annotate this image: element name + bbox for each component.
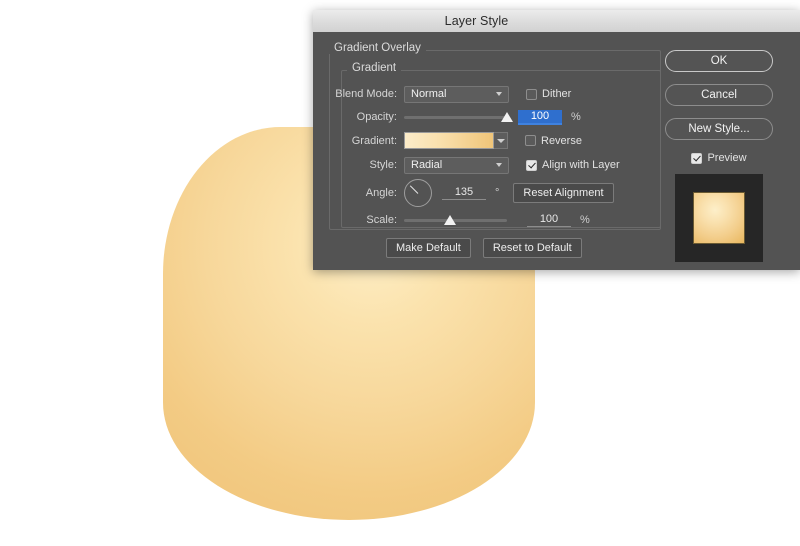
reverse-checkbox[interactable]: Reverse xyxy=(525,135,582,147)
preview-label: Preview xyxy=(707,152,747,164)
dialog-footer-buttons: Make Default Reset to Default xyxy=(386,238,582,258)
style-select[interactable]: Radial xyxy=(404,156,509,174)
new-style-button[interactable]: New Style... xyxy=(665,118,773,140)
reset-alignment-button[interactable]: Reset Alignment xyxy=(513,183,614,203)
angle-unit: ° xyxy=(495,187,500,199)
opacity-label: Opacity: xyxy=(356,111,397,123)
opacity-unit: % xyxy=(571,111,581,123)
align-with-layer-label: Align with Layer xyxy=(542,159,620,171)
gradient-row: Gradient: Reverse xyxy=(325,131,582,150)
dialog-body: Gradient Overlay Gradient Blend Mode: No… xyxy=(313,32,800,270)
checkbox-box xyxy=(525,135,536,146)
make-default-button[interactable]: Make Default xyxy=(386,238,471,258)
blend-mode-label: Blend Mode: xyxy=(335,88,397,100)
reverse-label: Reverse xyxy=(541,134,582,147)
chevron-down-icon xyxy=(496,92,503,96)
reset-to-default-button[interactable]: Reset to Default xyxy=(482,238,582,258)
slider-thumb[interactable] xyxy=(444,215,457,225)
gradient-swatch[interactable] xyxy=(404,132,494,149)
scale-label: Scale: xyxy=(366,214,397,226)
dialog-title: Layer Style xyxy=(444,14,509,28)
slider-track xyxy=(404,115,507,119)
gradient-dropdown-arrow-icon[interactable] xyxy=(494,132,508,149)
opacity-slider[interactable] xyxy=(404,110,513,124)
preview-thumbnail xyxy=(675,174,763,262)
chevron-down-icon xyxy=(496,163,503,167)
gradient-picker[interactable] xyxy=(404,132,508,149)
angle-row: Angle: 135 ° Reset Alignment xyxy=(325,179,614,207)
checkbox-box xyxy=(526,88,537,100)
angle-needle xyxy=(409,185,419,194)
layer-style-dialog: Layer Style Gradient Overlay Gradient Bl… xyxy=(313,10,800,270)
dither-label: Dither xyxy=(542,88,572,100)
style-value: Radial xyxy=(411,159,443,171)
cancel-button[interactable]: Cancel xyxy=(665,84,773,106)
preview-toggle-row: Preview xyxy=(665,152,773,164)
scale-unit: % xyxy=(580,214,590,226)
slider-thumb[interactable] xyxy=(501,112,513,122)
blend-mode-row: Blend Mode: Normal Dither xyxy=(325,84,571,104)
ok-button[interactable]: OK xyxy=(665,50,773,72)
preview-thumbnail-swatch xyxy=(693,192,745,244)
checkbox-box xyxy=(691,152,703,164)
opacity-input[interactable]: 100 xyxy=(518,109,562,125)
scale-input[interactable]: 100 xyxy=(527,213,571,227)
gradient-overlay-group-label: Gradient Overlay xyxy=(329,42,426,54)
dialog-side-panel: OK Cancel New Style... Preview xyxy=(665,50,785,262)
gradient-label: Gradient: xyxy=(351,134,397,147)
gradient-group-label: Gradient xyxy=(347,62,402,74)
angle-dial[interactable] xyxy=(404,179,432,207)
checkbox-box xyxy=(526,159,537,171)
scale-row: Scale: 100 % xyxy=(325,210,590,230)
dither-checkbox[interactable]: Dither xyxy=(526,88,571,100)
angle-input[interactable]: 135 xyxy=(442,186,486,200)
angle-label: Angle: xyxy=(365,187,397,199)
opacity-row: Opacity: 100 % xyxy=(325,107,581,127)
style-row: Style: Radial Align with Layer xyxy=(325,155,620,175)
blend-mode-select[interactable]: Normal xyxy=(404,85,509,103)
dialog-titlebar[interactable]: Layer Style xyxy=(313,10,800,33)
preview-checkbox[interactable]: Preview xyxy=(691,152,747,164)
align-with-layer-checkbox[interactable]: Align with Layer xyxy=(526,159,620,171)
style-label: Style: xyxy=(369,159,397,171)
blend-mode-value: Normal xyxy=(411,88,447,100)
scale-slider[interactable] xyxy=(404,213,507,227)
